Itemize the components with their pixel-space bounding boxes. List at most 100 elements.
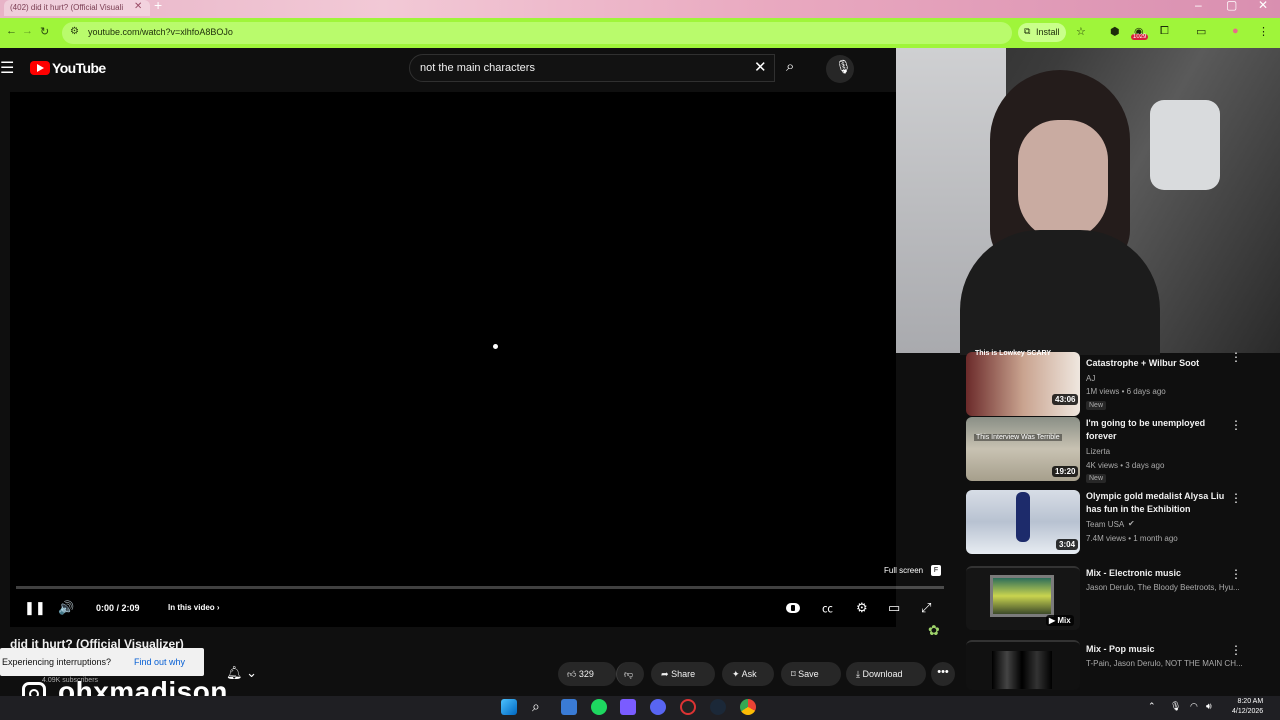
ask-label: Ask	[741, 669, 757, 679]
progress-bar[interactable]	[16, 586, 944, 589]
tray-chevron-icon[interactable]: ⌃	[1148, 701, 1156, 712]
minimize-icon[interactable]: –	[1195, 0, 1202, 12]
rec-thumb-text: This is Lowkey SCARY	[975, 350, 1051, 357]
menu-icon[interactable]: ☰	[0, 58, 14, 78]
extensions-puzzle-icon[interactable]: ⧠	[1160, 25, 1169, 38]
rec-title[interactable]: Mix - Pop music	[1086, 643, 1226, 656]
rec-thumbnail[interactable]	[966, 352, 1080, 416]
browser-tab[interactable]: (402) did it hurt? (Official Visuali	[4, 0, 150, 16]
like-count: 329	[578, 669, 594, 679]
rec-menu-icon[interactable]: ⋮	[1230, 418, 1242, 432]
rec-channel[interactable]: Lizerta	[1086, 447, 1110, 456]
obs-icon[interactable]	[680, 699, 696, 715]
rec-menu-icon[interactable]: ⋮	[1230, 567, 1242, 581]
dislike-button[interactable]: 👎︎	[616, 662, 644, 686]
tray-mic-icon[interactable]: 🎙	[1170, 701, 1181, 712]
steam-icon[interactable]	[710, 699, 726, 715]
rec-title[interactable]: I'm going to be unemployed forever	[1086, 417, 1226, 443]
maximize-icon[interactable]: ▢	[1226, 0, 1237, 12]
new-tab-icon[interactable]: +	[154, 0, 162, 13]
share-label: Share	[671, 669, 696, 679]
autoplay-pause-icon	[791, 605, 795, 611]
rec-channel: Jason Derulo, The Bloody Beetroots, Hyu.…	[1086, 583, 1240, 592]
clear-search-icon[interactable]: ✕	[754, 58, 767, 76]
notepad-icon[interactable]	[561, 699, 577, 715]
thumbs-down-icon: 👎︎	[624, 669, 634, 679]
tab-close-icon[interactable]: ✕	[134, 1, 142, 12]
extension-icon[interactable]: ⬢	[1110, 25, 1120, 38]
spotify-icon[interactable]	[591, 699, 607, 715]
extension-badge: 1029	[1131, 34, 1149, 40]
fullscreen-icon[interactable]: ⤢	[921, 600, 931, 616]
rec-thumb-tv	[990, 575, 1054, 617]
rec-thumb-skater	[1016, 492, 1030, 542]
rec-channel[interactable]: AJ	[1086, 374, 1095, 383]
rec-title[interactable]: Catastrophe + Wilbur Soot	[1086, 357, 1226, 370]
rec-meta: 4K views • 3 days ago	[1086, 461, 1165, 470]
notification-bell-icon[interactable]: 🔔︎ ⌄	[226, 665, 257, 681]
settings-gear-icon[interactable]: ⚙	[856, 600, 868, 616]
profile-avatar-icon[interactable]: ●	[1232, 25, 1239, 37]
chapters-button[interactable]: In this video ›	[168, 603, 220, 612]
windows-taskbar	[0, 696, 1280, 720]
rec-channel: T-Pain, Jason Derulo, NOT THE MAIN CH...	[1086, 659, 1243, 668]
youtube-logo-text[interactable]: YouTube	[52, 60, 106, 76]
clock-date: 4/12/2026	[1232, 708, 1264, 715]
side-panel-icon[interactable]: ▭	[1196, 25, 1206, 38]
captions-icon[interactable]: ㏄	[822, 600, 833, 616]
install-label: Install	[1036, 27, 1060, 37]
search-query[interactable]: not the main characters	[420, 62, 535, 74]
rec-menu-icon[interactable]: ⋮	[1230, 350, 1242, 364]
download-label: Download	[862, 669, 903, 679]
loading-spinner-icon	[493, 344, 498, 349]
save-label: Save	[798, 669, 819, 679]
rec-meta: 7.4M views • 1 month ago	[1086, 534, 1178, 543]
reload-icon[interactable]: ↻	[40, 25, 49, 38]
like-button[interactable]: 👍︎ 329	[558, 662, 616, 686]
find-out-why-link[interactable]: Find out why	[134, 657, 185, 667]
volume-icon[interactable]: 🔊	[58, 600, 74, 616]
video-player[interactable]	[10, 92, 896, 627]
share-icon: ➦	[661, 669, 669, 679]
taskbar-clock[interactable]: 8:20 AM 4/12/2026	[1232, 697, 1263, 717]
chrome-icon[interactable]	[740, 699, 756, 715]
more-actions-icon[interactable]: •••	[931, 662, 955, 686]
taskbar-app-icon[interactable]	[620, 699, 636, 715]
download-button[interactable]: ⤓ Download	[846, 662, 926, 686]
verified-icon: ✔	[1128, 519, 1135, 528]
discord-icon[interactable]	[650, 699, 666, 715]
ask-button[interactable]: ✦ Ask	[722, 662, 774, 686]
rec-channel[interactable]: Team USA	[1086, 520, 1124, 529]
rec-title[interactable]: Olympic gold medalist Alysa Liu has fun …	[1086, 490, 1226, 516]
rec-duration: 43:06	[1052, 394, 1079, 405]
close-window-icon[interactable]: ✕	[1258, 0, 1268, 12]
rec-thumb-dancers	[992, 651, 1052, 689]
back-icon[interactable]: ←	[6, 25, 17, 37]
mix-badge: ▶ Mix	[1046, 615, 1074, 626]
rec-title[interactable]: Mix - Electronic music	[1086, 567, 1226, 580]
wifi-icon[interactable]: ◠	[1190, 701, 1198, 712]
rec-thumb-text: This Interview Was Terrible	[974, 434, 1062, 441]
install-app-icon: ⧉	[1024, 26, 1031, 36]
bookmark-icon: ⌑	[791, 669, 796, 679]
forward-icon[interactable]: →	[22, 25, 33, 37]
taskbar-search-icon[interactable]: ⌕	[532, 698, 540, 715]
rec-new-badge: New	[1086, 474, 1107, 483]
sparkle-icon: ✦	[732, 669, 740, 679]
time-display: 0:00 / 2:09	[96, 603, 140, 613]
share-button[interactable]: ➦ Share	[651, 662, 715, 686]
chapters-label: In this video	[168, 603, 215, 612]
speaker-icon[interactable]: 🔊︎	[1206, 701, 1212, 712]
save-button[interactable]: ⌑ Save	[781, 662, 841, 686]
mouse-cursor-icon: ✿	[928, 622, 940, 638]
browser-menu-icon[interactable]: ⋮	[1258, 25, 1269, 38]
pause-icon[interactable]: ❚❚	[24, 600, 46, 616]
rec-menu-icon[interactable]: ⋮	[1230, 643, 1242, 657]
url-text[interactable]: youtube.com/watch?v=xlhfoA8BOJo	[88, 27, 233, 37]
site-info-icon[interactable]: ⚙	[70, 26, 79, 37]
windows-start-icon[interactable]	[501, 699, 517, 715]
rec-menu-icon[interactable]: ⋮	[1230, 491, 1242, 505]
search-icon[interactable]: ⌕	[786, 58, 794, 75]
theater-mode-icon[interactable]: ▭	[888, 600, 900, 616]
bookmark-star-icon[interactable]: ☆	[1076, 25, 1086, 38]
